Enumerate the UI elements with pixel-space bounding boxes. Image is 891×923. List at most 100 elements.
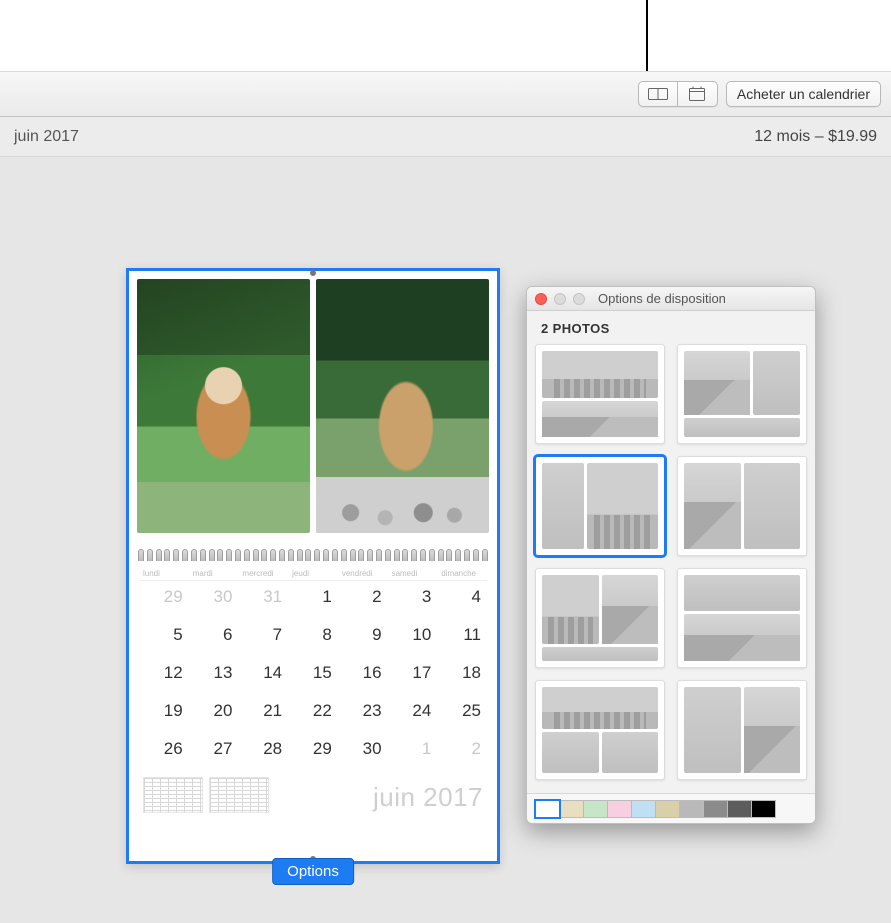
color-swatch[interactable] (751, 800, 776, 818)
color-swatch[interactable] (559, 800, 584, 818)
calendar-day-cell[interactable]: 22 (288, 695, 338, 733)
color-swatch[interactable] (703, 800, 728, 818)
layout-option[interactable] (677, 568, 807, 668)
weekday-header-cell: mardi (189, 567, 239, 580)
calendar-day-cell[interactable]: 19 (139, 695, 189, 733)
book-spread-icon (648, 87, 668, 101)
calendar-day-cell[interactable]: 1 (388, 733, 438, 771)
calendar-day-cell[interactable]: 9 (338, 619, 388, 657)
calendar-day-cell[interactable]: 3 (388, 581, 438, 619)
month-year-label: juin 2017 (373, 782, 483, 813)
layout-option[interactable] (677, 344, 807, 444)
current-month-label: juin 2017 (14, 128, 79, 146)
weekday-header-cell: mercredi (238, 567, 288, 580)
calendar-day-cell[interactable]: 18 (437, 657, 487, 695)
popover-titlebar: Options de disposition (527, 287, 815, 311)
calendar-day-cell[interactable]: 5 (139, 619, 189, 657)
price-label: 12 mois – $19.99 (754, 128, 877, 146)
calendar-day-cell[interactable]: 29 (288, 733, 338, 771)
toolbar: Acheter un calendrier (0, 71, 891, 117)
color-swatch[interactable] (727, 800, 752, 818)
popover-title: Options de disposition (598, 291, 807, 306)
color-swatch[interactable] (583, 800, 608, 818)
background-color-row (527, 793, 815, 823)
calendar-day-cell[interactable]: 30 (338, 733, 388, 771)
layout-option[interactable] (535, 456, 665, 556)
page-punch-hole-icon (310, 270, 316, 276)
calendar-day-cell[interactable]: 25 (437, 695, 487, 733)
layout-option[interactable] (677, 680, 807, 780)
calendar-week-row: 19202122232425 (139, 695, 487, 733)
callout-line (646, 0, 648, 71)
buy-calendar-button[interactable]: Acheter un calendrier (726, 81, 881, 107)
calendar-day-cell[interactable]: 13 (189, 657, 239, 695)
photo-slot-1[interactable] (137, 279, 310, 533)
calendar-day-cell[interactable]: 12 (139, 657, 189, 695)
calendar-day-cell[interactable]: 1 (288, 581, 338, 619)
layout-option[interactable] (535, 344, 665, 444)
calendar-day-cell[interactable]: 8 (288, 619, 338, 657)
photo-slot-row (129, 271, 497, 541)
calendar-week-row: 2930311234 (139, 581, 487, 619)
calendar-day-cell[interactable]: 16 (338, 657, 388, 695)
layout-options-popover: Options de disposition 2 PHOTOS (526, 286, 816, 824)
layout-option[interactable] (535, 680, 665, 780)
calendar-day-cell[interactable]: 31 (238, 581, 288, 619)
weekday-header-cell: jeudi (288, 567, 338, 580)
prev-month-mini-icon (143, 777, 203, 813)
window-zoom-button (573, 293, 585, 305)
calendar-week-row: 12131415161718 (139, 657, 487, 695)
calendar-day-cell[interactable]: 17 (388, 657, 438, 695)
calendar-week-row: 567891011 (139, 619, 487, 657)
calendar-grid: lundimardimercredijeudivendredisamedidim… (139, 567, 487, 823)
calendar-day-cell[interactable]: 15 (288, 657, 338, 695)
calendar-footer: juin 2017 (139, 771, 487, 823)
next-month-mini-icon (209, 777, 269, 813)
calendar-day-cell[interactable]: 28 (238, 733, 288, 771)
color-swatch[interactable] (535, 800, 560, 818)
calendar-page-preview[interactable]: lundimardimercredijeudivendredisamedidim… (126, 268, 500, 864)
subheader: juin 2017 12 mois – $19.99 (0, 117, 891, 157)
view-page-button[interactable] (678, 81, 718, 107)
weekday-header-cell: samedi (388, 567, 438, 580)
weekday-header-cell: lundi (139, 567, 189, 580)
calendar-day-cell[interactable]: 21 (238, 695, 288, 733)
layout-option[interactable] (535, 568, 665, 668)
color-swatch[interactable] (607, 800, 632, 818)
layout-grid (527, 342, 815, 788)
weekday-header-cell: vendredi (338, 567, 388, 580)
calendar-day-cell[interactable]: 11 (437, 619, 487, 657)
calendar-day-cell[interactable]: 2 (437, 733, 487, 771)
window-minimize-button (554, 293, 566, 305)
calendar-day-cell[interactable]: 26 (139, 733, 189, 771)
calendar-page-icon (688, 86, 706, 102)
view-mode-segment (638, 81, 718, 107)
options-button[interactable]: Options (272, 858, 354, 885)
calendar-day-cell[interactable]: 30 (189, 581, 239, 619)
color-swatch[interactable] (655, 800, 680, 818)
buy-calendar-label: Acheter un calendrier (737, 86, 870, 102)
photo-slot-2[interactable] (316, 279, 489, 533)
calendar-day-cell[interactable]: 2 (338, 581, 388, 619)
view-spread-button[interactable] (638, 81, 678, 107)
spiral-binding-icon (135, 549, 491, 565)
calendar-day-cell[interactable]: 6 (189, 619, 239, 657)
color-swatch[interactable] (631, 800, 656, 818)
calendar-day-cell[interactable]: 10 (388, 619, 438, 657)
calendar-day-cell[interactable]: 29 (139, 581, 189, 619)
calendar-day-cell[interactable]: 27 (189, 733, 239, 771)
window-close-button[interactable] (535, 293, 547, 305)
layout-option[interactable] (677, 456, 807, 556)
calendar-day-cell[interactable]: 24 (388, 695, 438, 733)
calendar-week-row: 262728293012 (139, 733, 487, 771)
calendar-day-cell[interactable]: 14 (238, 657, 288, 695)
weekday-header-cell: dimanche (437, 567, 487, 580)
calendar-day-cell[interactable]: 20 (189, 695, 239, 733)
calendar-day-cell[interactable]: 23 (338, 695, 388, 733)
weekday-header-row: lundimardimercredijeudivendredisamedidim… (139, 567, 487, 581)
layout-section-label: 2 PHOTOS (527, 311, 815, 342)
calendar-day-cell[interactable]: 7 (238, 619, 288, 657)
options-button-label: Options (287, 863, 339, 880)
color-swatch[interactable] (679, 800, 704, 818)
calendar-day-cell[interactable]: 4 (437, 581, 487, 619)
